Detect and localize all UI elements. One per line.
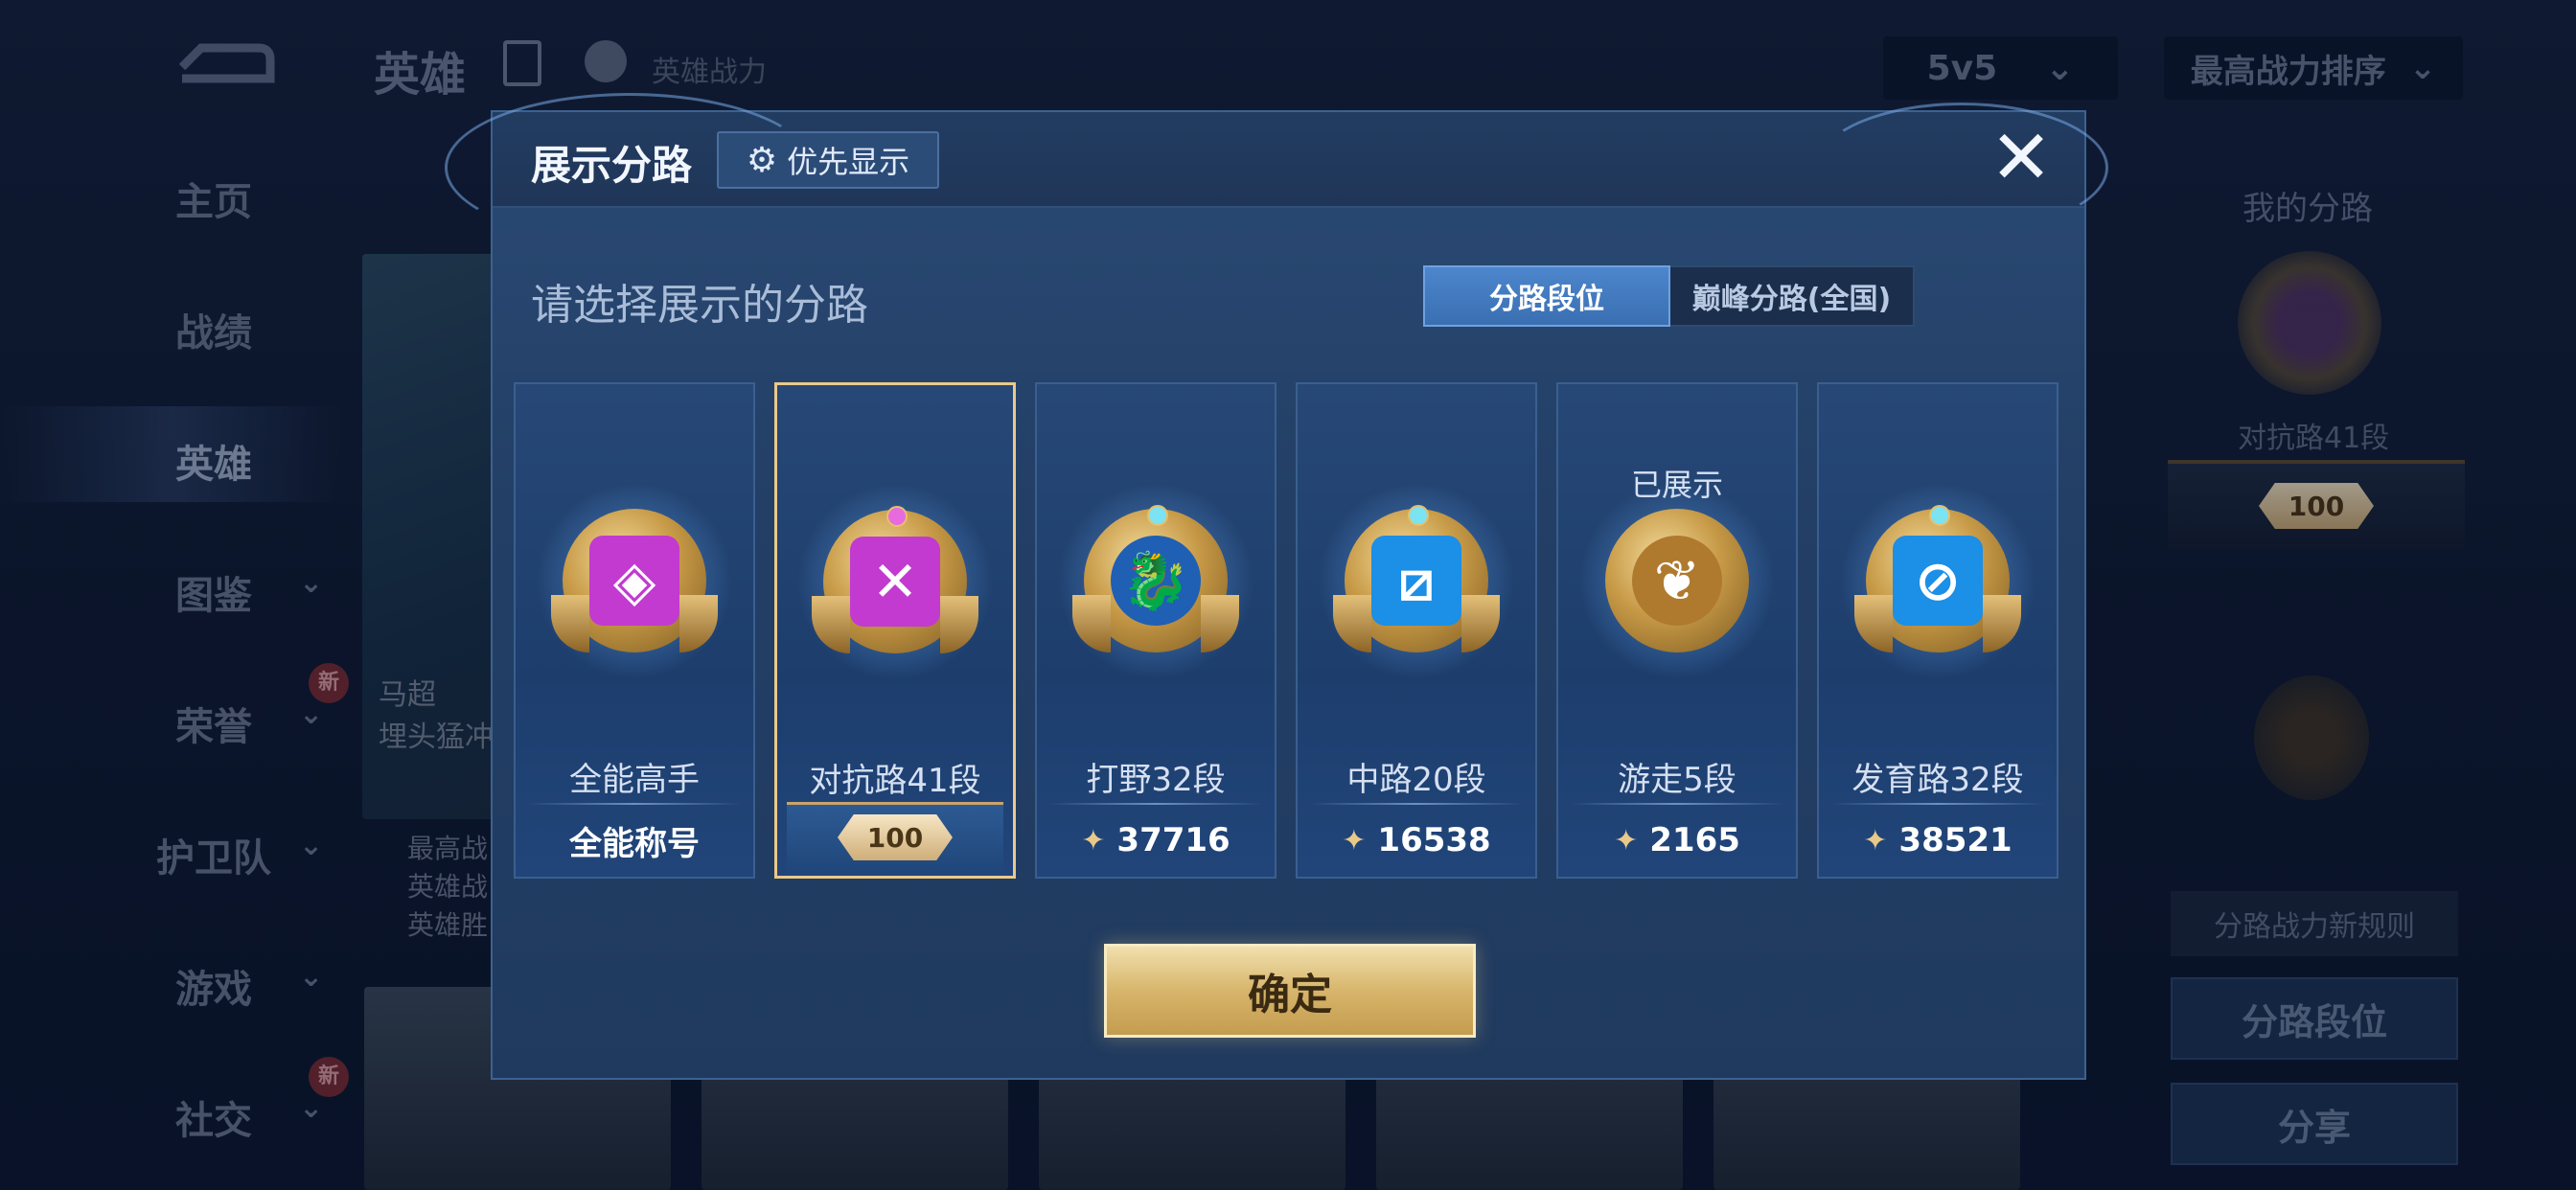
lane-card-roam[interactable]: 已展示 ❦ 游走5段 ✦ 2165 (1556, 382, 1798, 879)
roam-medal-icon: ❦ (1578, 482, 1776, 679)
all-round-medal-icon: ◈ (536, 482, 733, 679)
lane-card-farm[interactable]: ⊘ 发育路32段 ✦ 38521 (1817, 382, 2058, 879)
decorative-swirl (1815, 103, 2108, 233)
lane-power-value: 16538 (1377, 821, 1491, 859)
star-banner: 100 (787, 802, 1003, 874)
lane-card-mid[interactable]: ⧄ 中路20段 ✦ 16538 (1296, 382, 1537, 879)
divider (527, 803, 742, 805)
lane-power-value: 38521 (1898, 821, 2012, 859)
farm-lane-medal-icon: ⊘ (1839, 482, 2036, 679)
clash-lane-medal-icon: ✕ (796, 483, 994, 680)
divider (1570, 803, 1784, 805)
power-icon: ✦ (1863, 823, 1888, 858)
power-icon: ✦ (1342, 823, 1367, 858)
dialog-title: 展示分路 (531, 142, 693, 189)
lane-label: 打野32段 (1086, 761, 1226, 799)
dialog-prompt: 请选择展示的分路 (531, 281, 868, 330)
lane-tabs: 分路段位 巅峰分路(全国) (1423, 265, 1915, 327)
priority-display-label: 优先显示 (787, 144, 910, 180)
divider (1830, 803, 2045, 805)
close-icon[interactable]: ✕ (1988, 121, 2055, 195)
lane-power: ✦ 2165 (1558, 813, 1796, 867)
jungle-medal-icon: 🐉 (1057, 482, 1254, 679)
mid-lane-medal-icon: ⧄ (1318, 482, 1515, 679)
dialog-header: 展示分路 ⚙ 优先显示 ✕ (445, 93, 2108, 242)
lane-power: ✦ 16538 (1298, 813, 1535, 867)
lane-power-value: 2165 (1649, 821, 1740, 859)
power-icon: ✦ (1081, 823, 1106, 858)
all-round-title: 全能称号 (569, 824, 700, 863)
lane-power: ✦ 38521 (1819, 813, 2057, 867)
tab-peak-lane[interactable]: 巅峰分路(全国) (1670, 265, 1915, 327)
lane-subtitle: 全能称号 (516, 813, 753, 867)
lane-label: 全能高手 (569, 761, 700, 799)
divider (1048, 803, 1263, 805)
priority-display-button[interactable]: ⚙ 优先显示 (717, 131, 939, 189)
lane-power: ✦ 37716 (1037, 813, 1275, 867)
lane-card-all-round[interactable]: ◈ 全能高手 全能称号 (514, 382, 755, 879)
star-badge: 100 (838, 814, 953, 860)
lane-label: 对抗路41段 (809, 762, 981, 800)
gear-icon: ⚙ (746, 140, 778, 180)
power-icon: ✦ (1614, 823, 1639, 858)
lane-label: 游走5段 (1618, 761, 1736, 799)
lane-label: 发育路32段 (1852, 761, 2024, 799)
lane-label: 中路20段 (1346, 761, 1486, 799)
divider (1309, 803, 1524, 805)
lane-display-dialog: 展示分路 ⚙ 优先显示 ✕ 请选择展示的分路 分路段位 巅峰分路(全国) ◈ 全… (445, 93, 2108, 1080)
confirm-button[interactable]: 确定 (1104, 944, 1476, 1038)
lane-card-clash[interactable]: ✕ 对抗路41段 100 (774, 382, 1016, 879)
lane-power-value: 37716 (1116, 821, 1230, 859)
lane-card-jungle[interactable]: 🐉 打野32段 ✦ 37716 (1035, 382, 1276, 879)
tab-lane-rank[interactable]: 分路段位 (1423, 265, 1670, 327)
